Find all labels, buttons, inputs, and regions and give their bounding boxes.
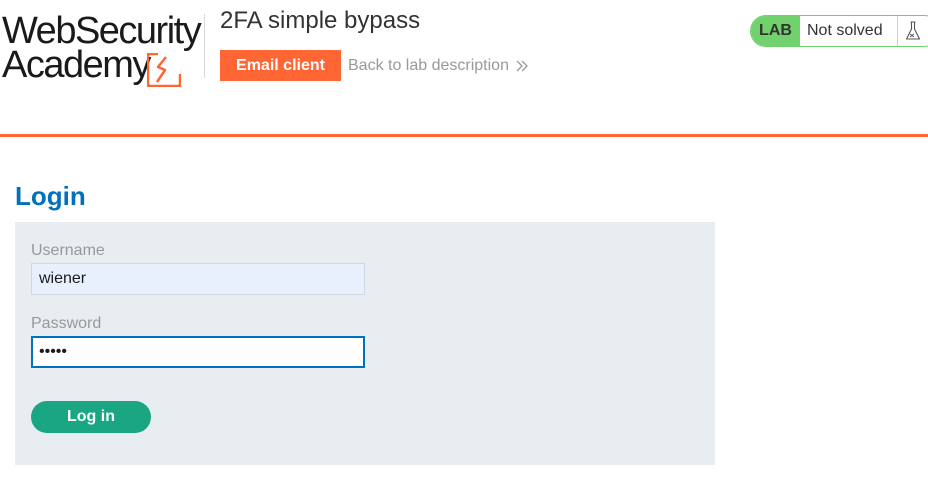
web-security-academy-logo[interactable]: WebSecurity Academy [0,10,202,87]
lab-status-widget: LAB Not solved [750,15,928,47]
lab-badge: LAB [751,16,800,46]
lightning-bolt-icon [147,53,181,87]
header-divider [204,14,205,78]
login-form: Username wiener Password ••••• Log in [15,222,715,465]
email-client-button[interactable]: Email client [220,50,341,81]
logo-text-line-1: WebSecurity [2,10,202,52]
back-link-label: Back to lab description [348,57,509,74]
page-title: Login [15,181,86,211]
username-input[interactable]: wiener [31,263,365,295]
double-chevron-right-icon [516,60,528,71]
back-to-lab-description-link[interactable]: Back to lab description [348,50,529,81]
log-in-button[interactable]: Log in [31,401,151,433]
lab-status-text: Not solved [800,16,898,46]
logo-text-line-2: Academy [2,44,151,86]
lab-status-flask [898,16,928,46]
password-input[interactable]: ••••• [31,336,365,368]
username-label: Username [31,242,105,259]
header-accent-rule [0,134,928,137]
flask-icon [905,21,921,40]
lab-title: 2FA simple bypass [220,7,421,34]
password-label: Password [31,315,102,332]
